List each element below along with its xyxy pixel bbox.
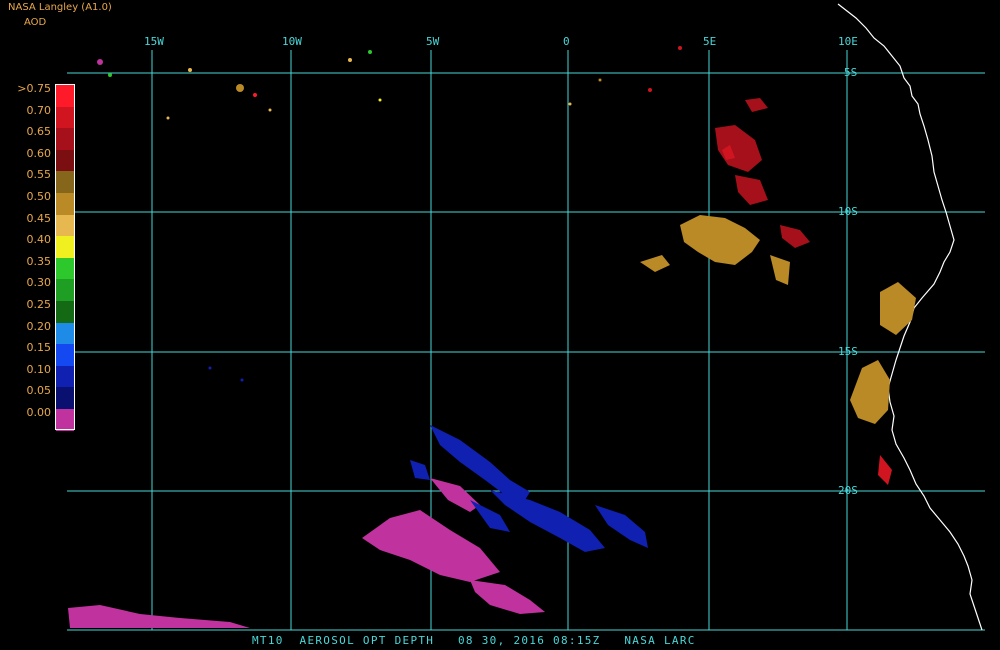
legend-label: 0.35 [26,254,52,268]
product-label: AOD [24,17,47,28]
footer-caption: MT10 AEROSOL OPT DEPTH 08 30, 2016 08:15… [252,634,696,647]
legend-label: 0.65 [26,125,52,139]
aerosol-plume-coastal [850,282,916,424]
legend-swatch [56,128,74,151]
legend-swatch [56,236,74,259]
legend-swatch [56,387,74,410]
aerosol-plume-central-gold [640,215,790,285]
legend-label: 0.60 [26,146,52,160]
provider-title: NASA Langley (A1.0) [8,2,112,13]
legend-label: 0.30 [26,276,52,290]
lon-label-10w: 10W [282,35,302,48]
legend-label: 0.70 [26,103,52,117]
legend-swatch [56,322,74,345]
legend-label: 0.15 [26,341,52,355]
legend-swatch [56,193,74,216]
lon-label-5e: 5E [703,35,717,48]
legend-swatch [56,106,74,129]
legend-label: 0.05 [26,384,52,398]
legend-swatch [56,344,74,367]
legend-label: 0.40 [26,233,52,247]
legend-swatch [56,214,74,237]
legend-label: 0.10 [26,362,52,376]
legend-label: 0.00 [26,406,52,419]
legend-swatch [56,365,74,388]
aerosol-specks-north [97,46,682,382]
aerosol-map [67,3,985,631]
lat-label-20s: 20S [838,484,858,497]
legend-swatch [56,257,74,280]
lon-label-5w: 5W [426,35,440,48]
legend-swatch [56,409,74,432]
legend-label: >0.75 [17,82,51,95]
legend-swatch [56,85,74,108]
aerosol-plume-southwest [68,478,545,628]
lon-label-0: 0 [563,35,570,48]
legend-swatch [56,171,74,194]
legend-label: 0.25 [26,298,52,311]
lat-label-5s: 5S [844,66,858,79]
graticule [67,50,985,631]
lon-label-15w: 15W [144,35,164,48]
legend-label: 0.20 [26,319,52,333]
legend-swatch [56,301,74,324]
legend-swatch [56,279,74,302]
legend-swatch [56,149,74,172]
lat-label-10s: 10S [838,205,858,218]
legend-label: 0.55 [26,168,52,182]
lon-label-10e: 10E [838,35,858,48]
legend-label: 0.45 [26,211,52,225]
legend-label: 0.50 [26,190,52,203]
lat-label-15s: 15S [838,345,858,358]
